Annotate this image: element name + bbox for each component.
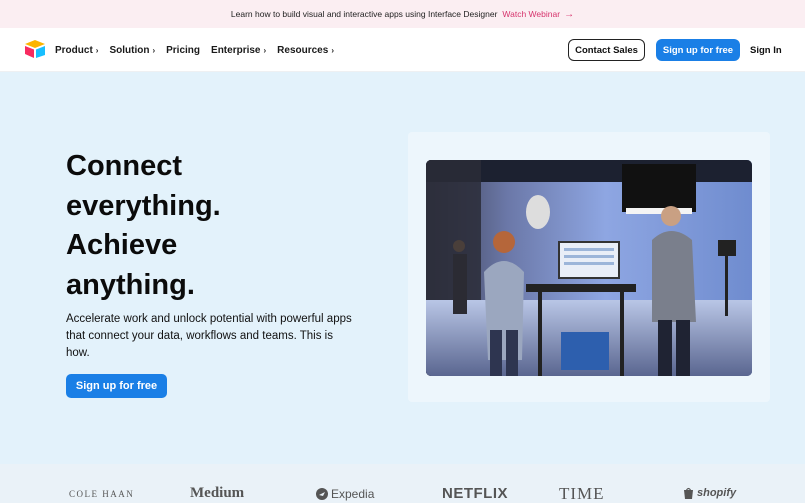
nav-item-solution[interactable]: Solution › xyxy=(109,45,155,56)
headline-line: Achieve xyxy=(66,229,178,261)
nav-item-product[interactable]: Product › xyxy=(55,45,98,56)
airtable-logo-icon[interactable] xyxy=(24,40,46,58)
expedia-plane-icon xyxy=(316,488,328,500)
nav-item-pricing[interactable]: Pricing xyxy=(166,45,200,56)
main-menu: Product › Solution › Pricing Enterprise … xyxy=(55,28,334,72)
expedia-wordmark: Expedia xyxy=(331,487,375,501)
customer-logos: COLE HAAN Medium Expedia NETFLIX TIME sh… xyxy=(0,464,805,503)
medium-logo: Medium xyxy=(190,485,245,501)
hero-subtext: Accelerate work and unlock potential wit… xyxy=(66,313,352,359)
shopify-bag-icon xyxy=(684,487,693,499)
nav-item-label: Enterprise xyxy=(211,44,261,56)
nav-item-label: Resources xyxy=(277,44,329,56)
chevron-right-icon: › xyxy=(331,45,334,55)
top-navigation: Product › Solution › Pricing Enterprise … xyxy=(0,28,805,72)
headline-line: Connect xyxy=(66,150,182,182)
signin-link[interactable]: Sign In xyxy=(750,39,782,61)
nav-item-resources[interactable]: Resources › xyxy=(277,45,334,56)
promo-banner: Learn how to build visual and interactiv… xyxy=(0,0,805,28)
studio-scene-image xyxy=(426,160,752,376)
headline-line: anything. xyxy=(66,268,195,301)
nav-item-label: Product xyxy=(55,44,93,56)
shopify-logo: shopify xyxy=(683,487,736,499)
promo-text: Learn how to build visual and interactiv… xyxy=(230,9,498,19)
chevron-right-icon: › xyxy=(152,45,156,55)
contact-sales-button[interactable]: Contact Sales xyxy=(568,39,645,61)
hero-image-card xyxy=(408,132,770,402)
chevron-right-icon: › xyxy=(95,45,99,55)
colehaan-logo: COLE HAAN xyxy=(69,489,135,499)
hero-section: Connect everything. Achieve anything. Ac… xyxy=(0,72,805,464)
expedia-logo: Expedia xyxy=(316,487,374,501)
arrow-right-icon[interactable]: → xyxy=(564,9,574,20)
chevron-right-icon: › xyxy=(263,45,267,55)
hero-signup-button[interactable]: Sign up for free xyxy=(66,374,167,398)
headline-line: everything. xyxy=(66,189,221,222)
netflix-logo: NETFLIX xyxy=(442,485,508,502)
watch-webinar-link[interactable]: Watch Webinar xyxy=(502,9,560,19)
nav-item-enterprise[interactable]: Enterprise › xyxy=(211,45,266,56)
time-logo: TIME xyxy=(559,484,605,503)
hero-photo xyxy=(426,160,752,376)
nav-item-label: Pricing xyxy=(166,44,201,56)
signup-button[interactable]: Sign up for free xyxy=(656,39,740,61)
nav-item-label: Solution xyxy=(109,44,150,56)
hero-headline: Connect everything. Achieve anything. xyxy=(66,147,386,305)
shopify-wordmark: shopify xyxy=(697,487,737,499)
